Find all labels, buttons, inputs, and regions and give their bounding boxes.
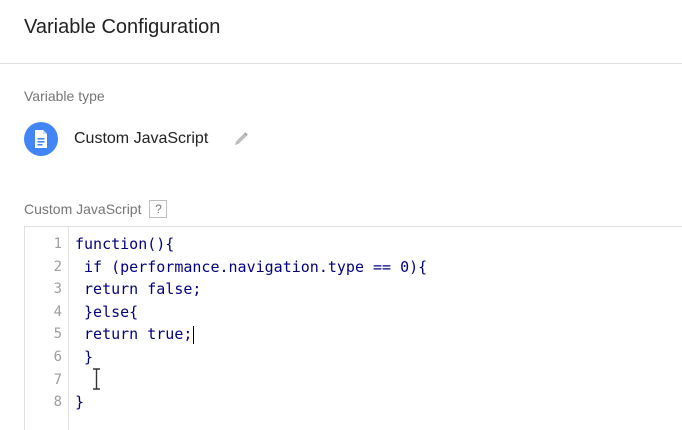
panel-title: Variable Configuration xyxy=(24,16,221,38)
ibeam-cursor-icon xyxy=(93,368,100,390)
document-icon-glyph xyxy=(35,130,47,148)
help-icon[interactable]: ? xyxy=(149,200,168,218)
code-line: }else{ xyxy=(75,302,139,321)
line-number: 6 xyxy=(53,349,62,365)
document-icon xyxy=(24,122,58,156)
custom-javascript-label: Custom JavaScript xyxy=(24,201,142,217)
line-number: 2 xyxy=(53,258,62,275)
pencil-glyph xyxy=(235,132,249,145)
line-number: 4 xyxy=(53,303,62,320)
custom-javascript-label-row: Custom JavaScript ? xyxy=(24,200,168,218)
edit-pencil-icon[interactable] xyxy=(230,128,252,150)
variable-type-selector[interactable]: Custom JavaScript xyxy=(24,122,252,156)
code-line-text: return true; xyxy=(75,325,193,344)
code-line: function(){ xyxy=(75,235,175,253)
text-cursor xyxy=(193,325,195,344)
line-number-gutter: 1 2 3 4 5 6 7 8 xyxy=(25,227,69,430)
line-number: 5 xyxy=(53,326,62,343)
code-line: } xyxy=(75,393,85,412)
variable-type-name: Custom JavaScript xyxy=(74,130,209,147)
code-line: } xyxy=(75,348,94,366)
code-editor[interactable]: 1 2 3 4 5 6 7 8 function(){ if (performa… xyxy=(24,226,682,430)
line-number: 3 xyxy=(53,281,62,298)
line-number: 8 xyxy=(53,394,62,411)
variable-type-label: Variable type xyxy=(24,88,105,104)
variable-configuration-panel: Variable Configuration Variable type Cus… xyxy=(0,0,682,430)
line-number: 1 xyxy=(53,236,62,252)
code-line-active: return true; xyxy=(75,323,195,346)
code-line: if (performance.navigation.type == 0){ xyxy=(75,257,428,276)
panel-header: Variable Configuration xyxy=(0,0,682,64)
line-number: 7 xyxy=(53,371,62,388)
code-line: return false; xyxy=(75,280,202,299)
